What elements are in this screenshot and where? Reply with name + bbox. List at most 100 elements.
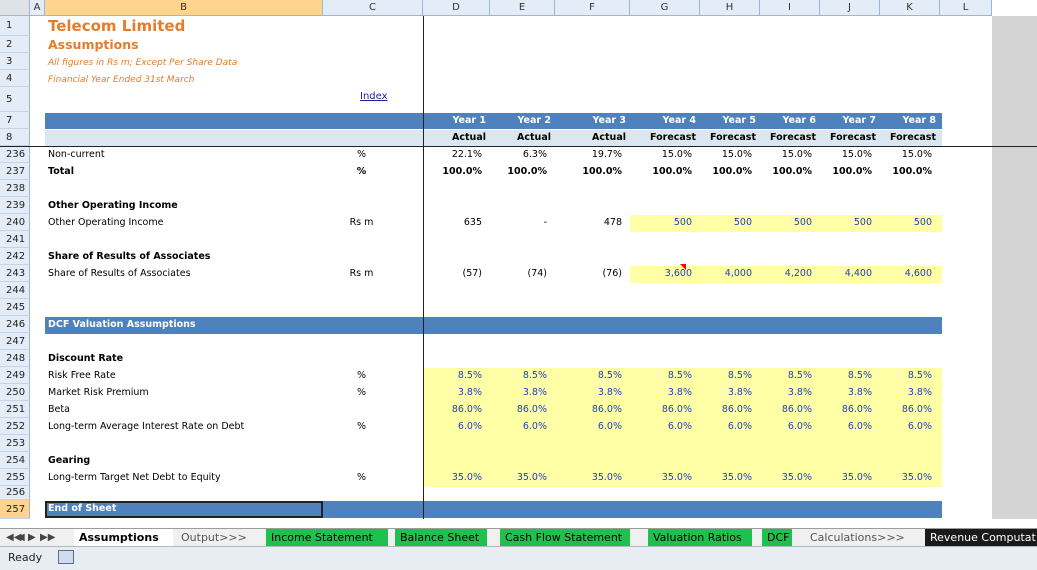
row-header-257[interactable]: 257	[0, 500, 30, 519]
row-header-241[interactable]: 241	[0, 231, 30, 248]
year-header-1: Year 1	[452, 115, 486, 126]
row-header-246[interactable]: 246	[0, 316, 30, 333]
unit-sra: Rs m	[349, 268, 374, 279]
comment-indicator-icon[interactable]	[680, 264, 686, 270]
value-beta-1: 86.0%	[451, 404, 482, 415]
label-rfr: Risk Free Rate	[48, 370, 116, 381]
column-header-l[interactable]: L	[940, 0, 992, 16]
value-total-8: 100.0%	[892, 166, 932, 177]
tab-nav-3[interactable]: ▶▶	[40, 529, 55, 546]
sheet-tab-3[interactable]: Balance Sheet	[395, 529, 487, 546]
value-noncurrent-8: 15.0%	[901, 149, 932, 160]
row-header-5[interactable]: 5	[0, 87, 30, 112]
column-header-k[interactable]: K	[880, 0, 940, 16]
value-rfr-2: 8.5%	[522, 370, 547, 381]
year-header-4: Year 4	[662, 115, 696, 126]
column-header-e[interactable]: E	[490, 0, 555, 16]
row-header-256[interactable]: 256	[0, 486, 30, 500]
tab-nav-2[interactable]: ▶	[28, 529, 36, 546]
value-sra-3: (76)	[602, 268, 622, 279]
row-header-2[interactable]: 2	[0, 36, 30, 53]
row-header-8[interactable]: 8	[0, 129, 30, 146]
row-header-237[interactable]: 237	[0, 163, 30, 180]
value-mrp-3: 3.8%	[597, 387, 622, 398]
row-header-252[interactable]: 252	[0, 418, 30, 435]
value-rfr-3: 8.5%	[597, 370, 622, 381]
row-header-249[interactable]: 249	[0, 367, 30, 384]
row-header-250[interactable]: 250	[0, 384, 30, 401]
sheet-tab-0[interactable]: Assumptions	[74, 529, 173, 546]
value-beta-5: 86.0%	[721, 404, 752, 415]
row-header-242[interactable]: 242	[0, 248, 30, 265]
row-header-1[interactable]: 1	[0, 16, 30, 36]
sheet-tab-2[interactable]: Income Statement	[266, 529, 388, 546]
value-rfr-6: 8.5%	[787, 370, 812, 381]
heading-gear_head: Gearing	[48, 455, 91, 466]
sheet-tab-8[interactable]: Revenue Computat	[925, 529, 1037, 546]
spreadsheet-grid[interactable]: ABCDEFGHIJKL 1 2 3 4 5 7 8 236 237 238 239 240 241 24…	[0, 0, 1037, 519]
label-ltir: Long-term Average Interest Rate on Debt	[48, 421, 245, 432]
row-header-255[interactable]: 255	[0, 469, 30, 486]
column-header-i[interactable]: I	[760, 0, 820, 16]
value-noncurrent-2: 6.3%	[522, 149, 547, 160]
row-header-236[interactable]: 236	[0, 146, 30, 163]
value-gear-5: 35.0%	[721, 472, 752, 483]
value-mrp-7: 3.8%	[847, 387, 872, 398]
type-header-8: Forecast	[890, 132, 936, 143]
row-header-240[interactable]: 240	[0, 214, 30, 231]
units-note: All figures in Rs m; Except Per Share Da…	[48, 58, 238, 68]
row-header-3[interactable]: 3	[0, 53, 30, 70]
row-header-244[interactable]: 244	[0, 282, 30, 299]
macro-record-icon[interactable]	[58, 550, 74, 564]
status-ready: Ready	[8, 551, 43, 564]
row-header-254[interactable]: 254	[0, 452, 30, 469]
value-ooi-2: -	[543, 217, 547, 228]
label-gear: Long-term Target Net Debt to Equity	[48, 472, 221, 483]
column-header-g[interactable]: G	[630, 0, 700, 16]
row-header-253[interactable]: 253	[0, 435, 30, 452]
row-header-247[interactable]: 247	[0, 333, 30, 350]
row-header-251[interactable]: 251	[0, 401, 30, 418]
column-header-a[interactable]: A	[30, 0, 45, 16]
company-name: Telecom Limited	[48, 17, 186, 35]
column-header-b[interactable]: B	[45, 0, 323, 16]
value-mrp-6: 3.8%	[787, 387, 812, 398]
row-header-248[interactable]: 248	[0, 350, 30, 367]
type-header-7: Forecast	[830, 132, 876, 143]
type-header-5: Forecast	[710, 132, 756, 143]
column-header-j[interactable]: J	[820, 0, 880, 16]
tab-nav-1[interactable]: ◀	[17, 529, 25, 546]
freeze-pane-vertical	[423, 16, 424, 519]
column-header-h[interactable]: H	[700, 0, 760, 16]
sheet-tab-7[interactable]: Calculations>>>	[805, 529, 905, 546]
sheet-tab-bar: ◀◀ ◀ ▶ ▶▶ Assumptions Output>>> Income Stateme…	[0, 528, 1037, 547]
value-sra-5: 4,000	[724, 268, 752, 279]
sheet-tab-4[interactable]: Cash Flow Statement	[500, 529, 630, 546]
row-header-243[interactable]: 243	[0, 265, 30, 282]
value-sra-7: 4,400	[844, 268, 872, 279]
label-sra: Share of Results of Associates	[48, 268, 191, 279]
status-bar: Ready	[0, 546, 1037, 570]
value-rfr-1: 8.5%	[457, 370, 482, 381]
sheet-tab-5[interactable]: Valuation Ratios	[648, 529, 752, 546]
select-all-corner[interactable]	[0, 0, 30, 16]
row-header-4[interactable]: 4	[0, 70, 30, 87]
active-cell-selection[interactable]	[45, 501, 323, 518]
year-header-2: Year 2	[517, 115, 551, 126]
row-header-7[interactable]: 7	[0, 112, 30, 129]
value-ltir-7: 6.0%	[847, 421, 872, 432]
row-header-238[interactable]: 238	[0, 180, 30, 197]
row-header-245[interactable]: 245	[0, 299, 30, 316]
index-link[interactable]: Index	[360, 91, 388, 102]
value-ltir-2: 6.0%	[522, 421, 547, 432]
value-mrp-5: 3.8%	[727, 387, 752, 398]
sheet-tab-6[interactable]: DCF	[762, 529, 792, 546]
value-beta-2: 86.0%	[516, 404, 547, 415]
column-header-c[interactable]: C	[323, 0, 423, 16]
column-header-f[interactable]: F	[555, 0, 630, 16]
row-header-239[interactable]: 239	[0, 197, 30, 214]
sheet-tab-1[interactable]: Output>>>	[176, 529, 264, 546]
value-ooi-5: 500	[733, 217, 752, 228]
column-header-d[interactable]: D	[423, 0, 490, 16]
value-rfr-7: 8.5%	[847, 370, 872, 381]
